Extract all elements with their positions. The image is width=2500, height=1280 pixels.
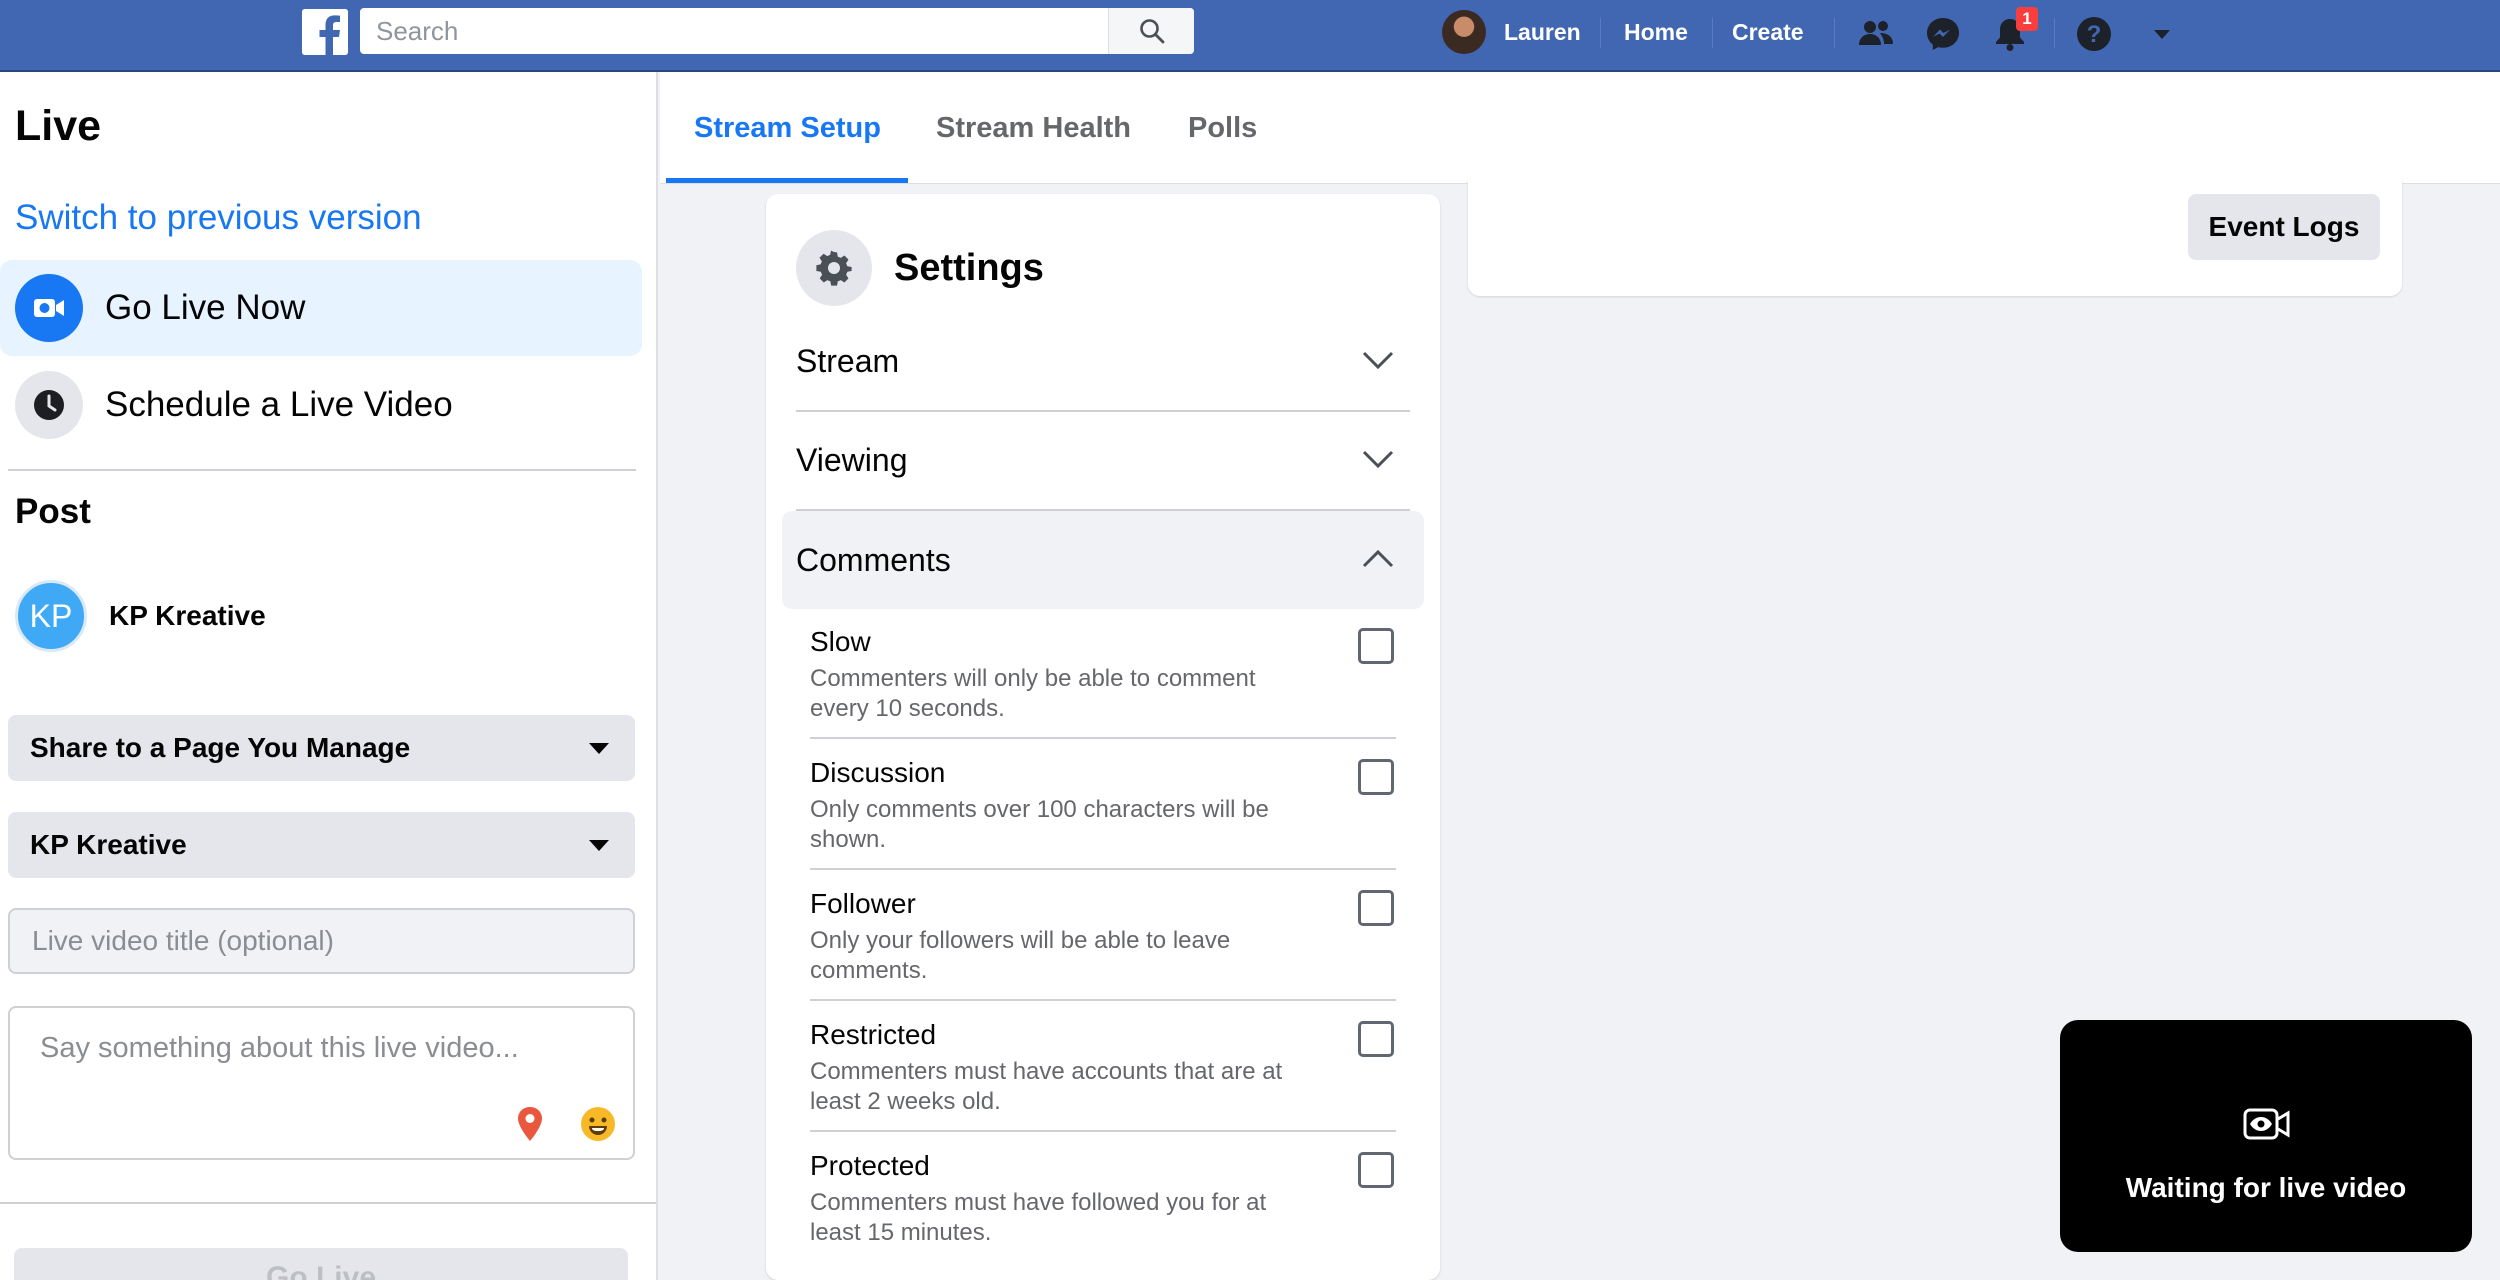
- share-destination-dropdown[interactable]: Share to a Page You Manage: [8, 715, 635, 781]
- search-input[interactable]: [360, 8, 1108, 54]
- discussion-checkbox[interactable]: [1358, 759, 1394, 795]
- option-title: Slow: [810, 626, 871, 657]
- accordion-stream[interactable]: Stream: [796, 312, 1410, 410]
- sidebar-item-schedule-live-video[interactable]: Schedule a Live Video: [0, 357, 642, 453]
- sidebar-item-go-live-now[interactable]: Go Live Now: [0, 260, 642, 356]
- option-title: Discussion: [810, 757, 946, 788]
- page-name: KP Kreative: [109, 600, 266, 631]
- location-pin-icon[interactable]: [510, 1104, 550, 1144]
- settings-panel: Settings Stream Viewing Comments Slow Co…: [766, 194, 1440, 1280]
- restricted-checkbox[interactable]: [1358, 1021, 1394, 1057]
- profile-link[interactable]: Lauren: [1442, 10, 1581, 54]
- option-title: Follower: [810, 888, 916, 919]
- live-sidebar: Live Switch to previous version Go Live …: [0, 72, 658, 1280]
- facebook-logo-icon[interactable]: [302, 9, 348, 55]
- nav-separator: [1834, 18, 1835, 48]
- live-title-input[interactable]: [8, 908, 635, 974]
- caret-down-icon: [589, 743, 609, 754]
- eye-camera-icon: [2242, 1104, 2292, 1144]
- sidebar-item-label: Go Live Now: [105, 288, 306, 327]
- chevron-down-icon: [1360, 441, 1396, 477]
- option-divider: [810, 1130, 1396, 1132]
- tab-stream-setup[interactable]: Stream Setup: [694, 112, 881, 145]
- home-link[interactable]: Home: [1624, 19, 1688, 46]
- post-heading: Post: [15, 492, 91, 531]
- option-description: Commenters must have followed you for at…: [810, 1189, 1267, 1246]
- user-avatar: [1442, 10, 1486, 54]
- protected-checkbox[interactable]: [1358, 1152, 1394, 1188]
- sidebar-item-label: Schedule a Live Video: [105, 385, 453, 424]
- dropdown-value: KP Kreative: [30, 829, 187, 860]
- option-description: Commenters will only be able to comment …: [810, 665, 1256, 722]
- option-divider: [810, 737, 1396, 739]
- follower-checkbox[interactable]: [1358, 890, 1394, 926]
- gear-icon: [796, 230, 872, 306]
- event-logs-card: Event Logs: [1468, 178, 2402, 296]
- emoji-icon[interactable]: [578, 1104, 618, 1144]
- accordion-label: Stream: [796, 342, 900, 379]
- settings-title: Settings: [894, 246, 1044, 289]
- tab-stream-health[interactable]: Stream Health: [936, 112, 1131, 145]
- help-icon[interactable]: ?: [2073, 13, 2115, 55]
- comment-option-protected: Protected Commenters must have followed …: [810, 1150, 1396, 1280]
- option-description: Only your followers will be able to leav…: [810, 927, 1231, 984]
- active-tab-indicator: [666, 178, 908, 183]
- event-logs-button[interactable]: Event Logs: [2188, 194, 2380, 260]
- slow-checkbox[interactable]: [1358, 628, 1394, 664]
- clock-icon: [15, 371, 83, 439]
- nav-separator: [1600, 18, 1601, 48]
- settings-header: Settings: [796, 230, 1044, 306]
- option-divider: [810, 868, 1396, 870]
- go-live-button[interactable]: Go Live: [14, 1248, 628, 1280]
- top-navigation-bar: Lauren Home Create 1 ?: [0, 0, 2500, 72]
- nav-separator: [2054, 18, 2055, 48]
- dropdown-value: Share to a Page You Manage: [30, 732, 411, 763]
- user-name: Lauren: [1504, 18, 1581, 45]
- live-preview-box: Waiting for live video: [2060, 1020, 2472, 1252]
- sidebar-divider: [8, 469, 636, 471]
- caret-down-icon: [589, 840, 609, 851]
- chevron-up-icon: [1360, 541, 1396, 577]
- page-title: Live: [15, 102, 102, 150]
- accordion-label: Viewing: [796, 441, 908, 478]
- description-input[interactable]: [10, 1008, 633, 1108]
- page-select-dropdown[interactable]: KP Kreative: [8, 812, 635, 878]
- accordion-label: Comments: [796, 541, 951, 578]
- option-description: Only comments over 100 characters will b…: [810, 796, 1269, 853]
- video-camera-icon: [15, 274, 83, 342]
- nav-separator: [1712, 18, 1713, 48]
- option-title: Restricted: [810, 1019, 937, 1050]
- accordion-comments[interactable]: Comments: [782, 511, 1424, 609]
- option-divider: [810, 999, 1396, 1001]
- caret-down-icon[interactable]: [2141, 13, 2183, 55]
- tabs-bar: Stream Setup Stream Health Polls: [660, 72, 2500, 184]
- search-button[interactable]: [1108, 8, 1194, 54]
- sidebar-divider: [0, 1202, 656, 1204]
- tab-polls[interactable]: Polls: [1188, 112, 1257, 145]
- create-link[interactable]: Create: [1732, 19, 1804, 46]
- option-description: Commenters must have accounts that are a…: [810, 1058, 1283, 1115]
- messenger-icon[interactable]: [1922, 13, 1964, 55]
- option-title: Protected: [810, 1150, 930, 1181]
- switch-version-link[interactable]: Switch to previous version: [15, 198, 422, 238]
- friends-icon[interactable]: [1855, 13, 1897, 55]
- chevron-down-icon: [1360, 342, 1396, 378]
- waiting-status: Waiting for live video: [2125, 1172, 2407, 1203]
- page-identity: KP KP Kreative: [15, 580, 266, 652]
- search-icon: [1139, 19, 1164, 44]
- accordion-viewing[interactable]: Viewing: [796, 411, 1410, 509]
- description-box: [8, 1006, 635, 1160]
- page-avatar: KP: [15, 580, 87, 652]
- notification-badge: 1: [2016, 7, 2038, 31]
- search-box: [360, 8, 1194, 54]
- svg-text:?: ?: [2087, 21, 2102, 48]
